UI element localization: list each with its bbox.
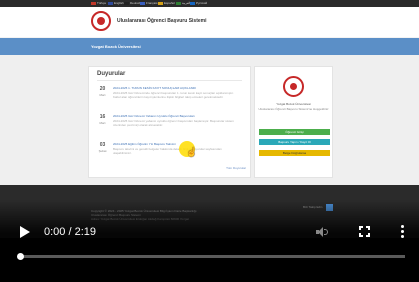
university-logo-icon xyxy=(91,11,111,31)
announcement-text: 2024-2025 Güz Dönemi yabancı uyruklu öğr… xyxy=(113,119,234,127)
language-item-en: English xyxy=(108,1,124,6)
university-name: Yozgat Bozok Üniversitesi xyxy=(276,102,311,106)
nav-item-university: Yozgat Bozok Üniversitesi xyxy=(91,44,141,49)
language-item-tr: Türkçe xyxy=(91,1,106,6)
pointer-cursor-icon: ☝ xyxy=(186,147,198,157)
announcement-item: 20 Mart 2024-2025 1. TURUN KESİN KAYIT S… xyxy=(97,86,247,106)
announcement-title: 2024-2025 Güz Dönemi Yabancı Uyruklu Öğr… xyxy=(113,114,195,118)
apply-button: Başvuru Yapın / Kayıt Ol xyxy=(259,139,330,145)
announcements-panel: Duyurular 20 Mart 2024-2025 1. TURUN KES… xyxy=(88,66,251,178)
time-display: 0:00 / 2:19 xyxy=(44,226,96,238)
welcome-card: Yozgat Bozok Üniversitesi Uluslararası Ö… xyxy=(254,66,333,178)
video-frame[interactable]: Türkçe English Deutsch Français Español … xyxy=(0,0,419,282)
system-welcome-text: Uluslararası Öğrenci Başvuru Sistemi'ne … xyxy=(258,107,329,111)
language-bar: Türkçe English Deutsch Français Español … xyxy=(0,0,419,7)
play-icon[interactable] xyxy=(20,226,30,238)
announcement-item: 16 Mart 2024-2025 Güz Dönemi Yabancı Uyr… xyxy=(97,114,247,134)
university-seal-icon xyxy=(283,76,304,97)
announcement-text: Başvuru takvimi ve gerekli belgeler hakk… xyxy=(113,147,222,155)
announcement-title: 2024-2025 1. TURUN KESİN KAYIT SONUÇLARI… xyxy=(113,86,196,90)
progress-bar[interactable] xyxy=(17,253,405,260)
player-controls-shade xyxy=(0,200,419,282)
language-item-ru: Русский xyxy=(190,1,207,6)
divider xyxy=(97,80,242,81)
announcement-title: 2024-2025 Eğitim Öğretim Yılı Başvuru Ta… xyxy=(113,142,176,146)
site-nav xyxy=(0,38,419,55)
all-announcements-link: Tüm Duyurular xyxy=(226,166,246,170)
progress-scrubber[interactable] xyxy=(17,253,24,260)
more-options-icon[interactable] xyxy=(401,225,404,239)
student-login-button: Öğrenci Girişi xyxy=(259,129,330,135)
language-item-es: Español xyxy=(158,1,175,6)
announcements-heading: Duyurular xyxy=(97,71,126,77)
announcement-date: 16 Mart xyxy=(99,114,106,125)
site-header: Uluslararası Öğrenci Başvuru Sistemi xyxy=(0,7,419,37)
announcement-date: 03 Şubat xyxy=(98,142,107,153)
language-item-de: Deutsch xyxy=(124,1,141,6)
announcement-item: 03 Şubat 2024-2025 Eğitim Öğretim Yılı B… xyxy=(97,142,247,162)
verify-document-button: Belge Doğrulama xyxy=(259,150,330,156)
language-item-ar: العربية xyxy=(176,1,190,6)
language-item-fr: Français xyxy=(140,1,158,6)
announcement-text: 2024-2025 Güz Döneminde öğrenci başvurul… xyxy=(113,91,234,99)
volume-icon[interactable] xyxy=(316,226,328,238)
site-title: Uluslararası Öğrenci Başvuru Sistemi xyxy=(117,18,207,24)
announcement-date: 20 Mart xyxy=(99,86,106,97)
fullscreen-icon[interactable] xyxy=(359,226,370,237)
